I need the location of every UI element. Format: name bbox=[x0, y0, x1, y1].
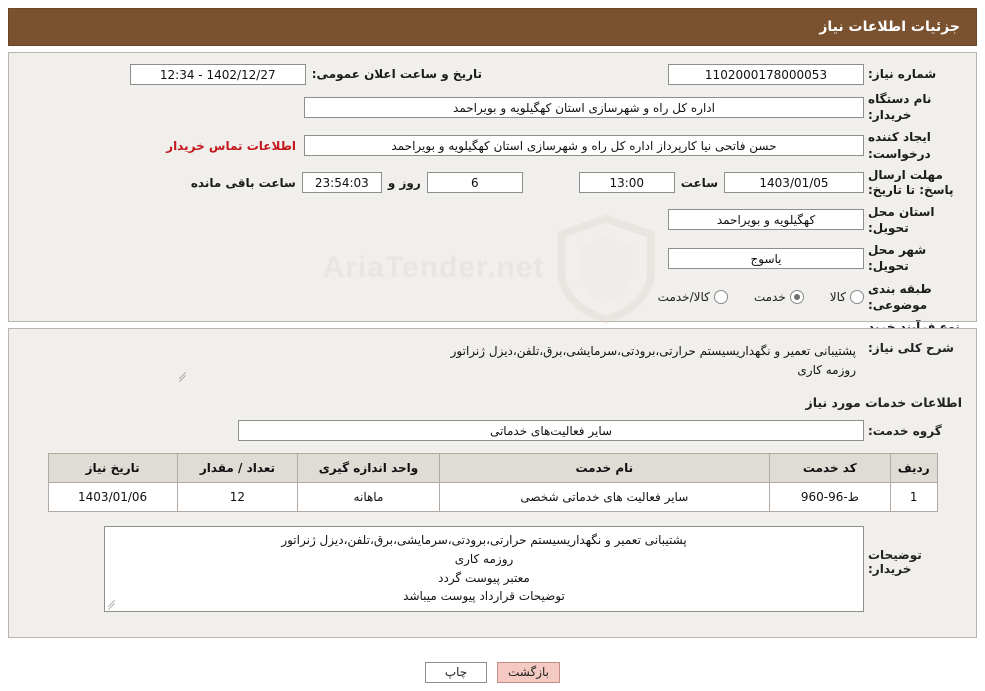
cell-unit: ماهانه bbox=[297, 482, 440, 513]
need-number-label: شماره نیاز: bbox=[868, 66, 937, 81]
category-option-label: کالا/خدمت bbox=[657, 289, 710, 304]
row-city: شهر محل تحویل: یاسوج bbox=[21, 242, 964, 274]
footer-actions: بازگشت چاپ bbox=[0, 662, 985, 683]
buyer-org-label: نام دستگاه خریدار: bbox=[868, 92, 932, 123]
services-table: ردیف کد خدمت نام خدمت واحد اندازه گیری ت… bbox=[47, 453, 938, 513]
row-category: طبقه بندی موضوعی: کالا خدمت کالا/خدمت bbox=[21, 281, 964, 313]
radio-icon[interactable] bbox=[789, 289, 804, 304]
back-button[interactable]: بازگشت bbox=[497, 662, 560, 683]
category-option-khedmat[interactable]: خدمت bbox=[753, 289, 804, 304]
buyer-notes-label: توضیحات خریدار: bbox=[868, 548, 922, 577]
col-date: تاریخ نیاز bbox=[47, 453, 178, 484]
deadline-label: مهلت ارسال پاسخ: تا تاریخ: bbox=[868, 167, 954, 197]
category-option-kala-khedmat[interactable]: کالا/خدمت bbox=[657, 289, 728, 304]
row-province: استان محل تحویل: کهگیلویه و بویراحمد bbox=[21, 204, 964, 236]
services-table-wrap: ردیف کد خدمت نام خدمت واحد اندازه گیری ت… bbox=[21, 453, 964, 513]
announce-datetime-label: تاریخ و ساعت اعلان عمومی: bbox=[311, 67, 482, 81]
remaining-label: ساعت باقی مانده bbox=[190, 175, 296, 190]
cell-quantity: 12 bbox=[176, 482, 299, 513]
province-label: استان محل تحویل: bbox=[868, 204, 935, 235]
services-section-title: اطلاعات خدمات مورد نیاز bbox=[805, 395, 963, 411]
page-header: جزئیات اطلاعات نیاز bbox=[8, 8, 977, 46]
service-group-label: گروه خدمت: bbox=[868, 423, 942, 438]
days-label: روز و bbox=[387, 175, 421, 190]
remaining-days-value: 6 bbox=[426, 172, 523, 194]
col-unit: واحد اندازه گیری bbox=[297, 453, 440, 484]
cell-row: 1 bbox=[889, 482, 938, 513]
row-buyer-notes: توضیحات خریدار: پشتیبانی تعمیر و نگهداری… bbox=[21, 526, 964, 613]
row-requester: ایجاد کننده درخواست: حسن فاتحی نیا کارپر… bbox=[21, 129, 964, 161]
radio-icon[interactable] bbox=[850, 289, 864, 304]
overview-text: پشتیبانی تعمیر و نگهداریسیستم حرارتی،برو… bbox=[176, 339, 864, 383]
deadline-date-value: 1403/01/05 bbox=[724, 172, 864, 194]
col-quantity: تعداد / مقدار bbox=[176, 453, 299, 484]
row-overview: شرح کلی نیاز: پشتیبانی تعمیر و نگهداریسی… bbox=[21, 339, 964, 383]
table-header-row: ردیف کد خدمت نام خدمت واحد اندازه گیری ت… bbox=[47, 453, 938, 484]
need-info-panel: شماره نیاز: 1102000178000053 تاریخ و ساع… bbox=[8, 52, 977, 350]
category-label: طبقه بندی موضوعی: bbox=[868, 281, 932, 312]
category-option-kala[interactable]: کالا bbox=[829, 289, 864, 304]
deadline-time-value: 13:00 bbox=[578, 172, 675, 194]
col-code: کد خدمت bbox=[768, 453, 891, 484]
category-option-label: کالا bbox=[829, 289, 846, 304]
row-deadline: مهلت ارسال پاسخ: تا تاریخ: 1403/01/05 سا… bbox=[21, 168, 964, 198]
remaining-time-value: 23:54:03 bbox=[301, 172, 382, 194]
print-button[interactable]: چاپ bbox=[425, 662, 487, 683]
time-label: ساعت bbox=[680, 175, 718, 190]
services-panel: شرح کلی نیاز: پشتیبانی تعمیر و نگهداریسی… bbox=[8, 328, 977, 638]
buyer-contact-link[interactable]: اطلاعات تماس خریدار bbox=[158, 139, 304, 153]
page-title: جزئیات اطلاعات نیاز bbox=[819, 19, 960, 35]
city-label: شهر محل تحویل: bbox=[868, 243, 927, 274]
requester-value: حسن فاتحی نیا کارپرداز اداره کل راه و شه… bbox=[304, 135, 864, 157]
radio-icon[interactable] bbox=[713, 289, 728, 304]
cell-date: 1403/01/06 bbox=[47, 482, 178, 513]
buyer-notes-text: پشتیبانی تعمیر و نگهداریسیستم حرارتی،برو… bbox=[104, 526, 864, 613]
table-row: 1 ط-96-960 سایر فعالیت های خدماتی شخصی م… bbox=[47, 482, 938, 513]
cell-name: سایر فعالیت های خدماتی شخصی bbox=[438, 482, 770, 513]
category-option-label: خدمت bbox=[753, 289, 786, 304]
requester-label: ایجاد کننده درخواست: bbox=[868, 130, 931, 161]
row-service-group: گروه خدمت: سایر فعالیت‌های خدماتی bbox=[21, 420, 964, 442]
buyer-org-value: اداره کل راه و شهرسازی استان کهگیلویه و … bbox=[304, 96, 864, 118]
page-root: جزئیات اطلاعات نیاز AriaTender.net شماره… bbox=[0, 0, 985, 691]
service-group-value: سایر فعالیت‌های خدماتی bbox=[238, 420, 864, 442]
col-row: ردیف bbox=[889, 453, 938, 484]
col-name: نام خدمت bbox=[438, 453, 770, 484]
row-buyer-org: نام دستگاه خریدار: اداره کل راه و شهرساز… bbox=[21, 91, 964, 123]
province-value: کهگیلویه و بویراحمد bbox=[668, 209, 864, 231]
row-need-number: شماره نیاز: 1102000178000053 تاریخ و ساع… bbox=[21, 63, 964, 85]
city-value: یاسوج bbox=[668, 247, 864, 269]
cell-code: ط-96-960 bbox=[768, 482, 891, 513]
need-number-value: 1102000178000053 bbox=[668, 63, 864, 85]
category-radio-group: کالا خدمت کالا/خدمت bbox=[632, 289, 864, 304]
announce-datetime-value: 1402/12/27 - 12:34 bbox=[129, 63, 306, 85]
resize-handle-icon[interactable] bbox=[178, 372, 187, 383]
overview-label: شرح کلی نیاز: bbox=[868, 341, 954, 355]
resize-handle-icon[interactable] bbox=[107, 600, 116, 611]
